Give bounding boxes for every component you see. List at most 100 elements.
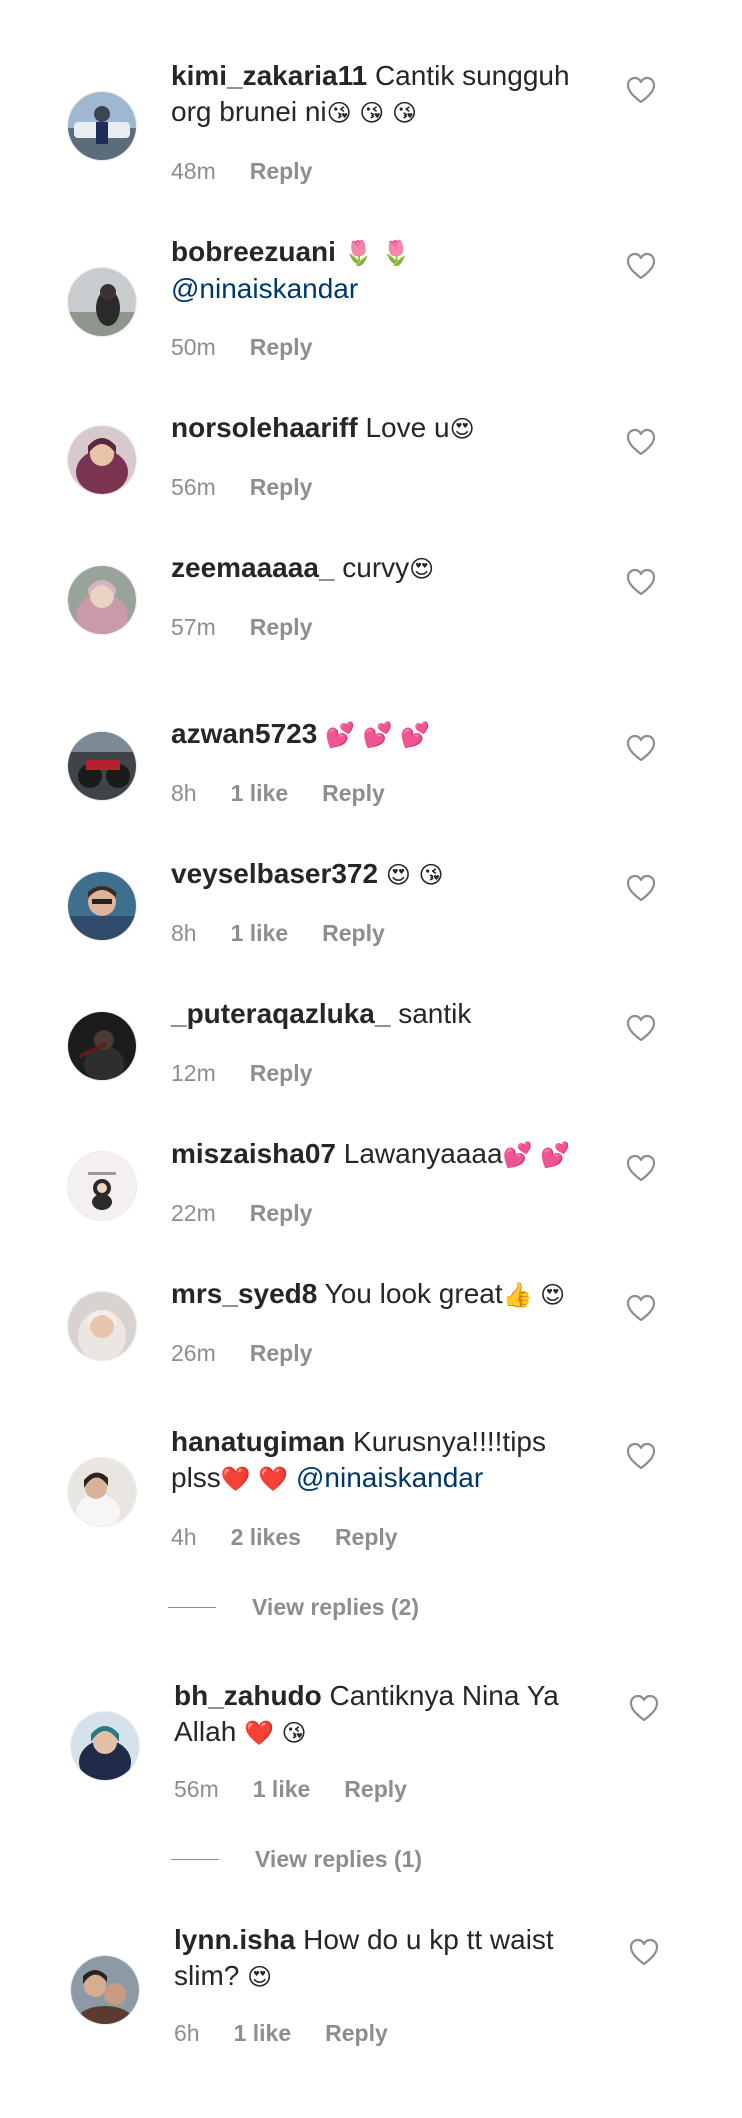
reply-button[interactable]: Reply: [250, 1200, 313, 1227]
avatar[interactable]: [68, 872, 136, 940]
avatar[interactable]: [68, 1458, 136, 1526]
comment-meta: 48m Reply: [171, 158, 312, 185]
avatar[interactable]: [68, 268, 136, 336]
reply-button[interactable]: Reply: [250, 614, 313, 641]
heart-outline-icon[interactable]: [626, 1014, 656, 1042]
comment-emoji: ❤️ 😘: [244, 1719, 307, 1747]
reply-button[interactable]: Reply: [322, 920, 385, 947]
avatar[interactable]: [68, 426, 136, 494]
avatar[interactable]: [68, 1012, 136, 1080]
avatar[interactable]: [71, 1956, 139, 2024]
comment-time[interactable]: 50m: [171, 334, 216, 361]
comment-meta: 6h 1 like Reply: [174, 2020, 388, 2047]
comment-username[interactable]: zeemaaaaa_: [171, 552, 334, 583]
comment-meta: 8h 1 like Reply: [171, 780, 385, 807]
heart-outline-icon[interactable]: [626, 1154, 656, 1182]
reply-button[interactable]: Reply: [344, 1776, 407, 1803]
comment-meta: 57m Reply: [171, 614, 312, 641]
comment-time[interactable]: 48m: [171, 158, 216, 185]
comment-emoji: 💕 💕: [502, 1141, 570, 1169]
comment-time[interactable]: 8h: [171, 920, 197, 947]
divider: [171, 1859, 219, 1860]
likes-count[interactable]: 1 like: [253, 1776, 311, 1803]
comment-meta: 12m Reply: [171, 1060, 312, 1087]
comment-username[interactable]: norsolehaariff: [171, 412, 358, 443]
comment-time[interactable]: 26m: [171, 1340, 216, 1367]
comment-emoji: 😘 😘 😘: [326, 99, 417, 127]
comment-username[interactable]: veyselbaser372: [171, 858, 378, 889]
likes-count[interactable]: 1 like: [234, 2020, 292, 2047]
avatar[interactable]: [68, 92, 136, 160]
comment-meta: 4h 2 likes Reply: [171, 1524, 398, 1551]
comment-emoji: ❤️ ❤️: [220, 1465, 289, 1493]
heart-outline-icon[interactable]: [626, 734, 656, 762]
reply-button[interactable]: Reply: [250, 474, 313, 501]
comment-username[interactable]: azwan5723: [171, 718, 317, 749]
comment-text: hanatugiman Kurusnya!!!!tips plss❤️ ❤️ @…: [171, 1424, 591, 1497]
comment-body: Lawanyaaaa: [343, 1138, 503, 1169]
comment-username[interactable]: bh_zahudo: [174, 1680, 322, 1711]
comment-time[interactable]: 4h: [171, 1524, 197, 1551]
comment-meta: 26m Reply: [171, 1340, 312, 1367]
avatar[interactable]: [68, 1292, 136, 1360]
reply-button[interactable]: Reply: [325, 2020, 388, 2047]
mention-link[interactable]: @ninaiskandar: [171, 273, 358, 304]
reply-button[interactable]: Reply: [250, 334, 313, 361]
comment-text: veyselbaser372 😍 😘: [171, 856, 591, 893]
comment-username[interactable]: lynn.isha: [174, 1924, 295, 1955]
comment-username[interactable]: bobreezuani: [171, 236, 336, 267]
avatar[interactable]: [68, 732, 136, 800]
heart-outline-icon[interactable]: [626, 76, 656, 104]
likes-count[interactable]: 2 likes: [231, 1524, 301, 1551]
comment-text: _puteraqazluka_ santik: [171, 996, 591, 1032]
comment-username[interactable]: mrs_syed8: [171, 1278, 317, 1309]
comment-username[interactable]: miszaisha07: [171, 1138, 336, 1169]
avatar[interactable]: [68, 1152, 136, 1220]
heart-outline-icon[interactable]: [629, 1938, 659, 1966]
reply-button[interactable]: Reply: [250, 1340, 313, 1367]
comment-text: bobreezuani 🌷 🌷 @ninaiskandar: [171, 234, 591, 307]
heart-outline-icon[interactable]: [626, 568, 656, 596]
comment-emoji: 😍: [247, 1963, 273, 1991]
comment-username[interactable]: hanatugiman: [171, 1426, 345, 1457]
comment-username[interactable]: kimi_zakaria11: [171, 60, 367, 91]
reply-button[interactable]: Reply: [322, 780, 385, 807]
comment-emoji: 🌷 🌷: [343, 239, 412, 267]
avatar[interactable]: [68, 566, 136, 634]
comment-time[interactable]: 6h: [174, 2020, 200, 2047]
comment-username[interactable]: _puteraqazluka_: [171, 998, 390, 1029]
comment-time[interactable]: 56m: [174, 1776, 219, 1803]
comment-time[interactable]: 8h: [171, 780, 197, 807]
heart-outline-icon[interactable]: [626, 428, 656, 456]
comment-text: norsolehaariff Love u😍: [171, 410, 591, 447]
comment-time[interactable]: 22m: [171, 1200, 216, 1227]
comment-text: azwan5723 💕 💕 💕: [171, 716, 591, 753]
comment-emoji: 😍 😘: [385, 861, 444, 889]
view-replies-label: View replies (1): [255, 1846, 423, 1872]
reply-button[interactable]: Reply: [250, 158, 313, 185]
comment-text: lynn.isha How do u kp tt waist slim? 😍: [174, 1922, 594, 1995]
likes-count[interactable]: 1 like: [231, 920, 289, 947]
comment-body: Love u: [365, 412, 450, 443]
reply-button[interactable]: Reply: [250, 1060, 313, 1087]
heart-outline-icon[interactable]: [626, 252, 656, 280]
avatar[interactable]: [71, 1712, 139, 1780]
mention-link[interactable]: @ninaiskandar: [296, 1462, 483, 1493]
reply-button[interactable]: Reply: [335, 1524, 398, 1551]
comment-time[interactable]: 12m: [171, 1060, 216, 1087]
comment-time[interactable]: 57m: [171, 614, 216, 641]
comment-time[interactable]: 56m: [171, 474, 216, 501]
likes-count[interactable]: 1 like: [231, 780, 289, 807]
comment-list: kimi_zakaria11 Cantik sungguh org brunei…: [0, 0, 742, 2118]
heart-outline-icon[interactable]: [629, 1694, 659, 1722]
view-replies-button[interactable]: View replies (2): [168, 1594, 419, 1621]
heart-outline-icon[interactable]: [626, 874, 656, 902]
comment-text: miszaisha07 Lawanyaaaa💕 💕: [171, 1136, 591, 1173]
view-replies-button[interactable]: View replies (1): [171, 1846, 422, 1873]
comment-meta: 56m Reply: [171, 474, 312, 501]
comment-body: You look great: [324, 1278, 503, 1309]
heart-outline-icon[interactable]: [626, 1294, 656, 1322]
comment-meta: 50m Reply: [171, 334, 312, 361]
comment-body: curvy: [342, 552, 410, 583]
heart-outline-icon[interactable]: [626, 1442, 656, 1470]
